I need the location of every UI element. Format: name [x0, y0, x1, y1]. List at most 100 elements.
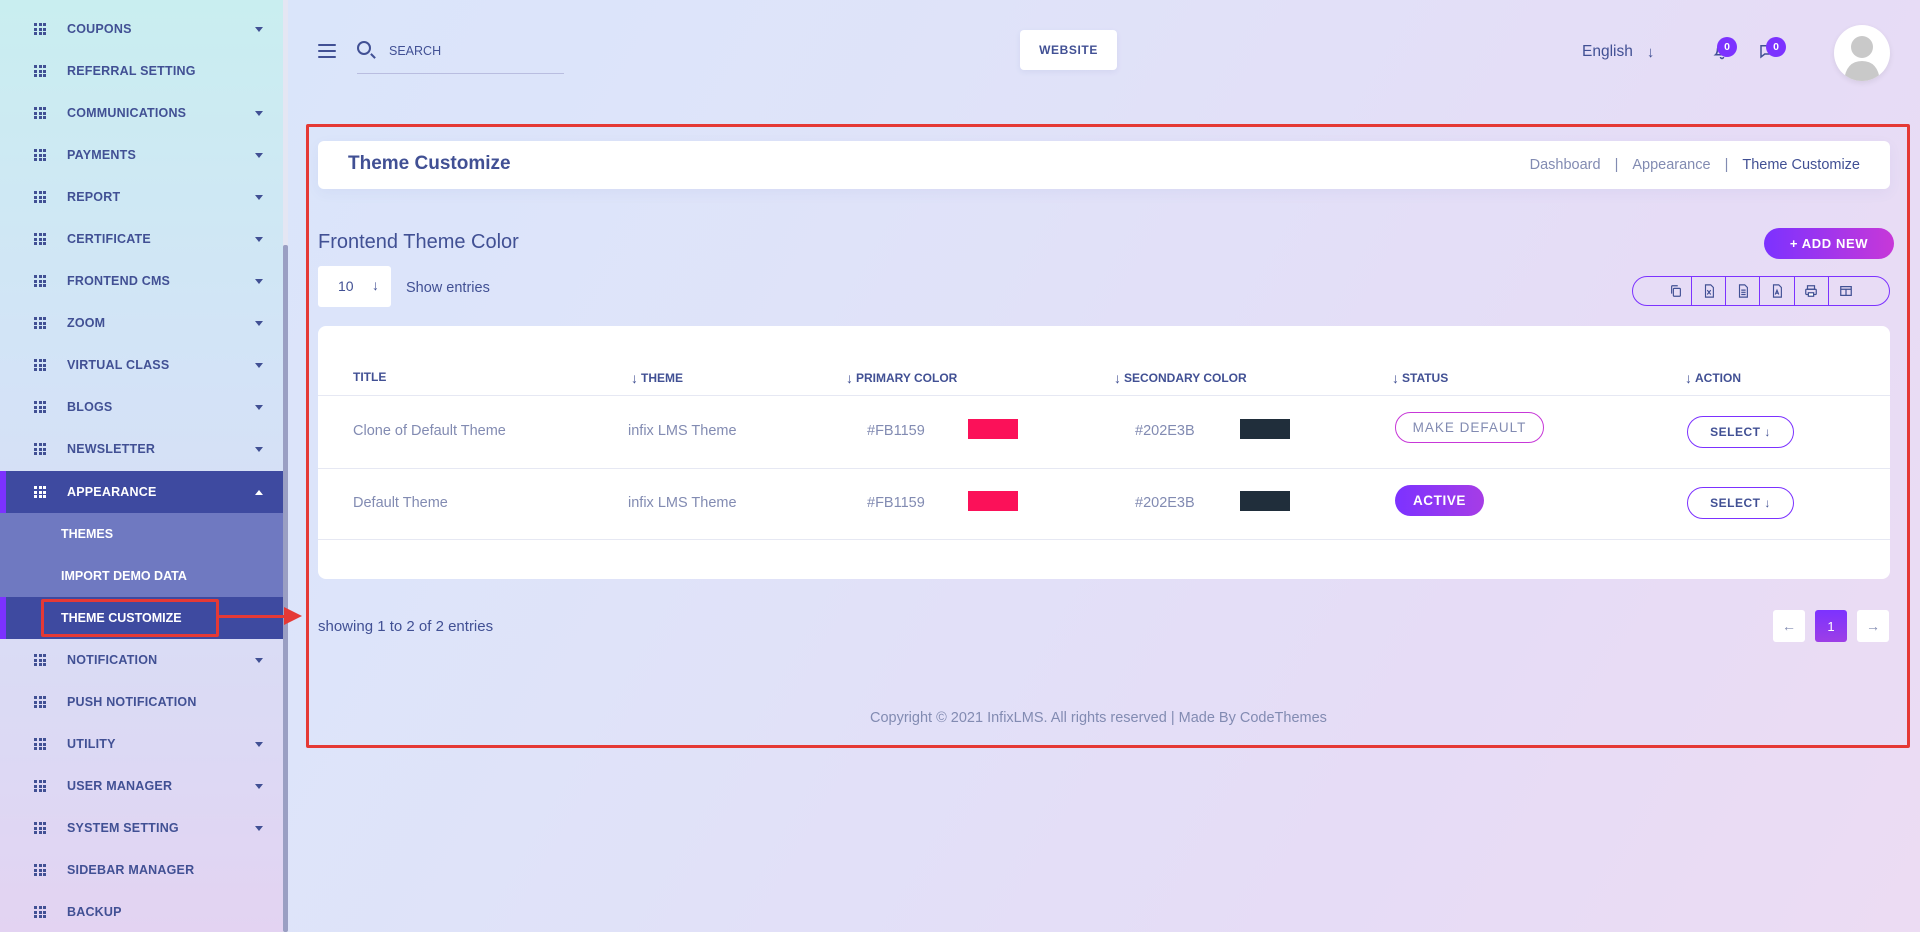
- sidebar-item-certificate[interactable]: CERTIFICATE: [0, 218, 283, 260]
- column-header-secondary-color[interactable]: ↓ SECONDARY COLOR: [1114, 370, 1247, 386]
- select-label: SELECT: [1710, 425, 1761, 439]
- sidebar-item-referral-setting[interactable]: REFERRAL SETTING: [0, 50, 283, 92]
- sidebar-item-payments[interactable]: PAYMENTS: [0, 134, 283, 176]
- grid-icon: [34, 738, 46, 750]
- footer-copyright: Copyright © 2021 InfixLMS. All rights re…: [870, 710, 1327, 726]
- sidebar-item-utility[interactable]: UTILITY: [0, 723, 283, 765]
- column-header-action[interactable]: ↓ ACTION: [1685, 370, 1741, 386]
- grid-icon: [34, 906, 46, 918]
- sidebar-item-notification[interactable]: NOTIFICATION: [0, 639, 283, 681]
- arrow-right-icon: →: [1866, 618, 1880, 634]
- copy-button[interactable]: [1633, 277, 1691, 305]
- sidebar-item-push-notification[interactable]: PUSH NOTIFICATION: [0, 681, 283, 723]
- highlight-box: [41, 599, 219, 637]
- cell-title: Default Theme: [353, 495, 448, 511]
- cell-theme: infix LMS Theme: [628, 495, 737, 511]
- website-button[interactable]: WEBSITE: [1020, 30, 1117, 70]
- select-action-button[interactable]: SELECT ↓: [1687, 487, 1794, 519]
- csv-button[interactable]: [1725, 277, 1759, 305]
- secondary-color-swatch: [1240, 491, 1290, 511]
- search-bar: [357, 36, 564, 74]
- arrow-down-icon: ↓: [1764, 425, 1771, 439]
- grid-icon: [34, 822, 46, 834]
- search-icon[interactable]: [357, 41, 371, 55]
- sidebar-item-label: COMMUNICATIONS: [67, 106, 187, 120]
- sidebar-item-label: APPEARANCE: [67, 485, 157, 499]
- chevron-down-icon: [255, 237, 263, 242]
- prev-page-button[interactable]: ←: [1773, 610, 1805, 642]
- column-visibility-button[interactable]: [1828, 277, 1889, 305]
- pdf-button[interactable]: [1759, 277, 1793, 305]
- sidebar-subitem-label: THEMES: [61, 527, 114, 541]
- breadcrumb-appearance[interactable]: Appearance: [1632, 157, 1710, 173]
- sidebar-item-blogs[interactable]: BLOGS: [0, 386, 283, 428]
- add-new-button[interactable]: + ADD NEW: [1764, 228, 1894, 259]
- arrow-down-icon: ↓: [372, 277, 379, 293]
- sidebar-subitem-themes[interactable]: THEMES: [0, 513, 283, 555]
- sidebar-item-appearance[interactable]: APPEARANCE: [0, 471, 283, 513]
- column-header-label: THEME: [641, 371, 683, 385]
- grid-icon: [34, 486, 46, 498]
- chevron-down-icon: [255, 321, 263, 326]
- row-divider: [318, 539, 1890, 540]
- sidebar-item-label: UTILITY: [67, 737, 116, 751]
- sidebar-item-label: COUPONS: [67, 22, 132, 36]
- columns-icon: [1840, 286, 1852, 296]
- sort-arrow-icon: ↓: [631, 370, 638, 386]
- sidebar-item-zoom[interactable]: ZOOM: [0, 302, 283, 344]
- menu-icon[interactable]: [318, 44, 336, 58]
- sidebar-item-label: CERTIFICATE: [67, 232, 151, 246]
- sidebar-item-communications[interactable]: COMMUNICATIONS: [0, 92, 283, 134]
- chevron-up-icon: [255, 490, 263, 495]
- grid-icon: [34, 864, 46, 876]
- page-number-button[interactable]: 1: [1815, 610, 1847, 642]
- breadcrumb-separator: |: [1724, 157, 1729, 173]
- search-input[interactable]: [389, 41, 559, 61]
- select-action-button[interactable]: SELECT ↓: [1687, 416, 1794, 448]
- make-default-button[interactable]: MAKE DEFAULT: [1395, 412, 1544, 443]
- sidebar-item-label: FRONTEND CMS: [67, 274, 171, 288]
- arrow-down-icon: ↓: [1646, 43, 1655, 61]
- column-header-primary-color[interactable]: ↓ PRIMARY COLOR: [846, 370, 957, 386]
- column-header-label: TITLE: [353, 370, 387, 384]
- sidebar-item-label: PAYMENTS: [67, 148, 136, 162]
- sidebar-subitem-import-demo-data[interactable]: IMPORT DEMO DATA: [0, 555, 283, 597]
- column-header-status[interactable]: ↓ STATUS: [1392, 370, 1448, 386]
- print-button[interactable]: [1793, 277, 1828, 305]
- next-page-button[interactable]: →: [1857, 610, 1889, 642]
- table-header-divider: [318, 395, 1890, 396]
- grid-icon: [34, 443, 46, 455]
- sidebar-item-report[interactable]: REPORT: [0, 176, 283, 218]
- column-header-title[interactable]: TITLE: [353, 370, 386, 384]
- avatar[interactable]: [1834, 25, 1890, 81]
- sidebar-item-backup[interactable]: BACKUP: [0, 891, 283, 932]
- breadcrumb-separator: |: [1614, 157, 1619, 173]
- select-label: SELECT: [1710, 496, 1761, 510]
- grid-icon: [34, 191, 46, 203]
- language-selector[interactable]: English ↓: [1582, 42, 1654, 62]
- sidebar-item-sidebar-manager[interactable]: SIDEBAR MANAGER: [0, 849, 283, 891]
- breadcrumb-dashboard[interactable]: Dashboard: [1530, 157, 1601, 173]
- grid-icon: [34, 696, 46, 708]
- show-entries-label: Show entries: [406, 280, 490, 296]
- sidebar-item-user-manager[interactable]: USER MANAGER: [0, 765, 283, 807]
- sidebar-item-label: ZOOM: [67, 316, 106, 330]
- scrollbar-thumb[interactable]: [283, 245, 288, 932]
- sidebar-item-virtual-class[interactable]: VIRTUAL CLASS: [0, 344, 283, 386]
- sidebar-scrollbar[interactable]: [283, 0, 288, 932]
- sidebar-item-system-setting[interactable]: SYSTEM SETTING: [0, 807, 283, 849]
- column-header-theme[interactable]: ↓ THEME: [631, 370, 683, 386]
- entries-value: 10: [338, 278, 354, 294]
- notification-badge: 0: [1717, 37, 1737, 57]
- grid-icon: [34, 65, 46, 77]
- entries-select[interactable]: 10 ↓: [318, 266, 391, 307]
- sidebar-item-newsletter[interactable]: NEWSLETTER: [0, 428, 283, 470]
- breadcrumb: Dashboard | Appearance | Theme Customize: [1530, 157, 1860, 173]
- excel-button[interactable]: [1690, 277, 1725, 305]
- sidebar-item-frontend-cms[interactable]: FRONTEND CMS: [0, 260, 283, 302]
- sort-arrow-icon: ↓: [1114, 370, 1121, 386]
- sidebar-item-label: USER MANAGER: [67, 779, 173, 793]
- column-header-label: ACTION: [1695, 371, 1741, 385]
- chevron-down-icon: [255, 153, 263, 158]
- sidebar-item-coupons[interactable]: COUPONS: [0, 8, 283, 50]
